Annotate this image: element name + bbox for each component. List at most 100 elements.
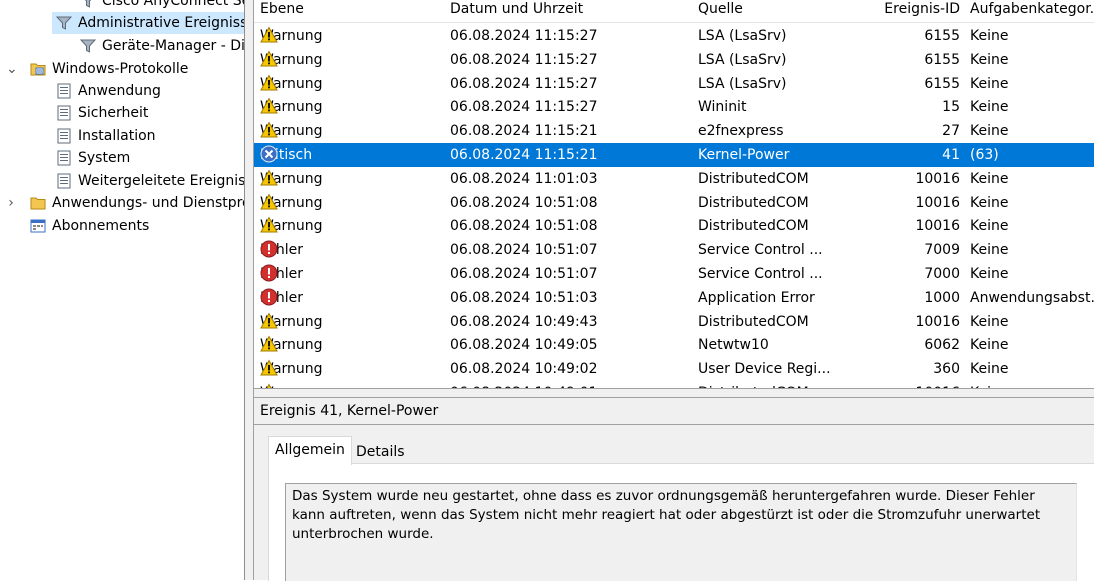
cell-task-category: Keine xyxy=(970,51,1009,68)
vertical-splitter[interactable] xyxy=(244,0,254,580)
cell-source: Kernel-Power xyxy=(698,147,790,163)
cell-event-id: 360 xyxy=(933,361,960,378)
column-header-date[interactable]: Datum und Uhrzeit xyxy=(450,0,583,22)
tree-item-label: Cisco AnyConnect Sec xyxy=(102,0,244,9)
cell-event-id: 10016 xyxy=(915,170,960,187)
warning-icon xyxy=(260,74,278,92)
cell-event-id: 41 xyxy=(942,147,960,163)
cell-level: Warnung xyxy=(260,215,440,237)
cell-level: Fehler xyxy=(260,263,440,285)
table-row[interactable]: Warnung 06.08.2024 10:49:02 User Device Re… xyxy=(254,357,1094,381)
tree-item[interactable]: Administrative Ereignisse xyxy=(52,12,244,34)
table-row[interactable]: Warnung 06.08.2024 11:15:21 e2fnexpress 27 K… xyxy=(254,119,1094,143)
column-header-row: Ebene Datum und Uhrzeit Quelle Ereignis-… xyxy=(254,0,1094,23)
table-row[interactable]: Fehler 06.08.2024 10:51:03 Application Err… xyxy=(254,286,1094,310)
cell-level: Kritisch xyxy=(260,144,440,166)
table-row[interactable]: Warnung 06.08.2024 11:15:27 LSA (LsaSrv) 61… xyxy=(254,24,1094,48)
cell-level: Warnung xyxy=(260,25,440,47)
tree-item-label: Installation xyxy=(78,128,156,144)
tree-item[interactable]: Weitergeleitete Ereignisse xyxy=(52,170,244,192)
event-detail-pane: Ereignis 41, Kernel-Power Allgemein Deta… xyxy=(254,398,1094,581)
column-header-task-category[interactable]: Aufgabenkategor... xyxy=(970,0,1094,22)
warning-icon xyxy=(260,312,278,330)
cell-task-category: Keine xyxy=(970,75,1009,92)
cell-level: Warnung xyxy=(260,334,440,356)
cell-date: 06.08.2024 10:49:02 xyxy=(450,361,598,378)
warning-icon xyxy=(260,26,278,44)
warning-icon xyxy=(260,193,278,211)
cell-source: Application Error xyxy=(698,289,815,306)
cell-task-category: Keine xyxy=(970,123,1009,140)
horizontal-splitter[interactable] xyxy=(254,388,1094,398)
cell-level: Warnung xyxy=(260,120,440,142)
cell-date: 06.08.2024 11:15:27 xyxy=(450,99,598,116)
table-row[interactable]: Warnung 06.08.2024 11:15:27 LSA (LsaSrv) 61… xyxy=(254,48,1094,72)
cell-source: DistributedCOM xyxy=(698,313,809,330)
table-row[interactable]: Kritisch 06.08.2024 11:15:21 Kernel-Power 4… xyxy=(254,143,1094,167)
cell-source: DistributedCOM xyxy=(698,218,809,235)
chevron-right-icon[interactable]: › xyxy=(6,192,16,214)
folder-icon xyxy=(30,195,46,211)
cell-source: Netwtw10 xyxy=(698,337,769,354)
error-icon xyxy=(260,240,278,258)
cell-task-category: Keine xyxy=(970,242,1009,259)
tree-item[interactable]: Geräte-Manager - Digital xyxy=(76,35,244,57)
tab-details[interactable]: Details xyxy=(350,439,411,465)
tree-item[interactable]: Sicherheit xyxy=(52,102,148,124)
cell-event-id: 7000 xyxy=(924,266,960,282)
cell-event-id: 6155 xyxy=(924,75,960,92)
error-icon xyxy=(260,264,278,282)
cell-task-category: Keine xyxy=(970,361,1009,378)
cell-level: Warnung xyxy=(260,311,440,333)
cell-event-id: 27 xyxy=(942,123,960,140)
cell-event-id: 7009 xyxy=(924,242,960,259)
warning-icon xyxy=(260,121,278,139)
chevron-down-icon[interactable]: ⌄ xyxy=(6,62,18,76)
table-row[interactable]: Warnung 06.08.2024 10:51:08 DistributedCOM… xyxy=(254,191,1094,215)
log-icon xyxy=(56,83,72,99)
cell-level: Warnung xyxy=(260,49,440,71)
log-icon xyxy=(56,173,72,189)
column-header-event-id[interactable]: Ereignis-ID xyxy=(864,0,960,22)
column-header-source[interactable]: Quelle xyxy=(698,0,743,22)
table-row[interactable]: Fehler 06.08.2024 10:51:07 Service Control… xyxy=(254,238,1094,262)
log-icon xyxy=(56,105,72,121)
table-row[interactable]: Warnung 06.08.2024 10:49:05 Netwtw10 6062 Ke… xyxy=(254,333,1094,357)
tree-item-label: Sicherheit xyxy=(78,105,149,121)
cell-level: Warnung xyxy=(260,96,440,118)
detail-divider xyxy=(254,424,1094,425)
cell-level: Warnung xyxy=(260,358,440,380)
tab-content: Das System wurde neu gestartet, ohne das… xyxy=(268,463,1094,581)
cell-level: Fehler xyxy=(260,239,440,261)
tree-item-label: Anwendung xyxy=(78,83,161,99)
tree-item[interactable]: › Anwendungs- und Dienstpro xyxy=(8,192,244,214)
tree-item[interactable]: Anwendung xyxy=(52,80,161,102)
table-row[interactable]: Warnung 06.08.2024 11:15:27 Wininit 15 Keine xyxy=(254,95,1094,119)
tab-general[interactable]: Allgemein xyxy=(268,436,352,465)
table-row[interactable]: Fehler 06.08.2024 10:51:07 Service Control… xyxy=(254,262,1094,286)
tree-item[interactable]: Cisco AnyConnect Sec xyxy=(76,0,244,12)
tree-item-label: Abonnements xyxy=(52,218,150,234)
column-header-level[interactable]: Ebene xyxy=(260,0,304,22)
cell-date: 06.08.2024 11:15:27 xyxy=(450,75,598,92)
tree-item[interactable]: Abonnements xyxy=(26,215,149,237)
tree-item-label: Anwendungs- und Dienstpro xyxy=(52,195,244,211)
table-row[interactable]: Warnung 06.08.2024 11:15:27 LSA (LsaSrv) 61… xyxy=(254,72,1094,96)
cell-source: LSA (LsaSrv) xyxy=(698,28,787,44)
table-row[interactable]: Warnung06.08.2024 10:49:01DistributedCOM… xyxy=(254,381,1094,388)
tree-item[interactable]: Installation xyxy=(52,125,156,147)
event-list: Ebene Datum und Uhrzeit Quelle Ereignis-… xyxy=(254,0,1094,388)
cell-date: 06.08.2024 11:01:03 xyxy=(450,170,598,187)
cell-event-id: 6062 xyxy=(924,337,960,354)
warning-icon xyxy=(260,335,278,353)
cell-source: LSA (LsaSrv) xyxy=(698,51,787,68)
table-row[interactable]: Warnung 06.08.2024 11:01:03 DistributedCOM… xyxy=(254,167,1094,191)
tree-item-label: Weitergeleitete Ereignisse xyxy=(78,173,244,189)
tree-item[interactable]: ⌄ Windows-Protokolle xyxy=(6,58,188,80)
table-row[interactable]: Warnung 06.08.2024 10:51:08 DistributedCOM… xyxy=(254,214,1094,238)
cell-source: Service Control ... xyxy=(698,242,823,259)
tree-item-label: System xyxy=(78,150,131,166)
tree-item[interactable]: System xyxy=(52,147,130,169)
table-row[interactable]: Warnung 06.08.2024 10:49:43 DistributedCOM… xyxy=(254,310,1094,334)
cell-source: DistributedCOM xyxy=(698,170,809,187)
